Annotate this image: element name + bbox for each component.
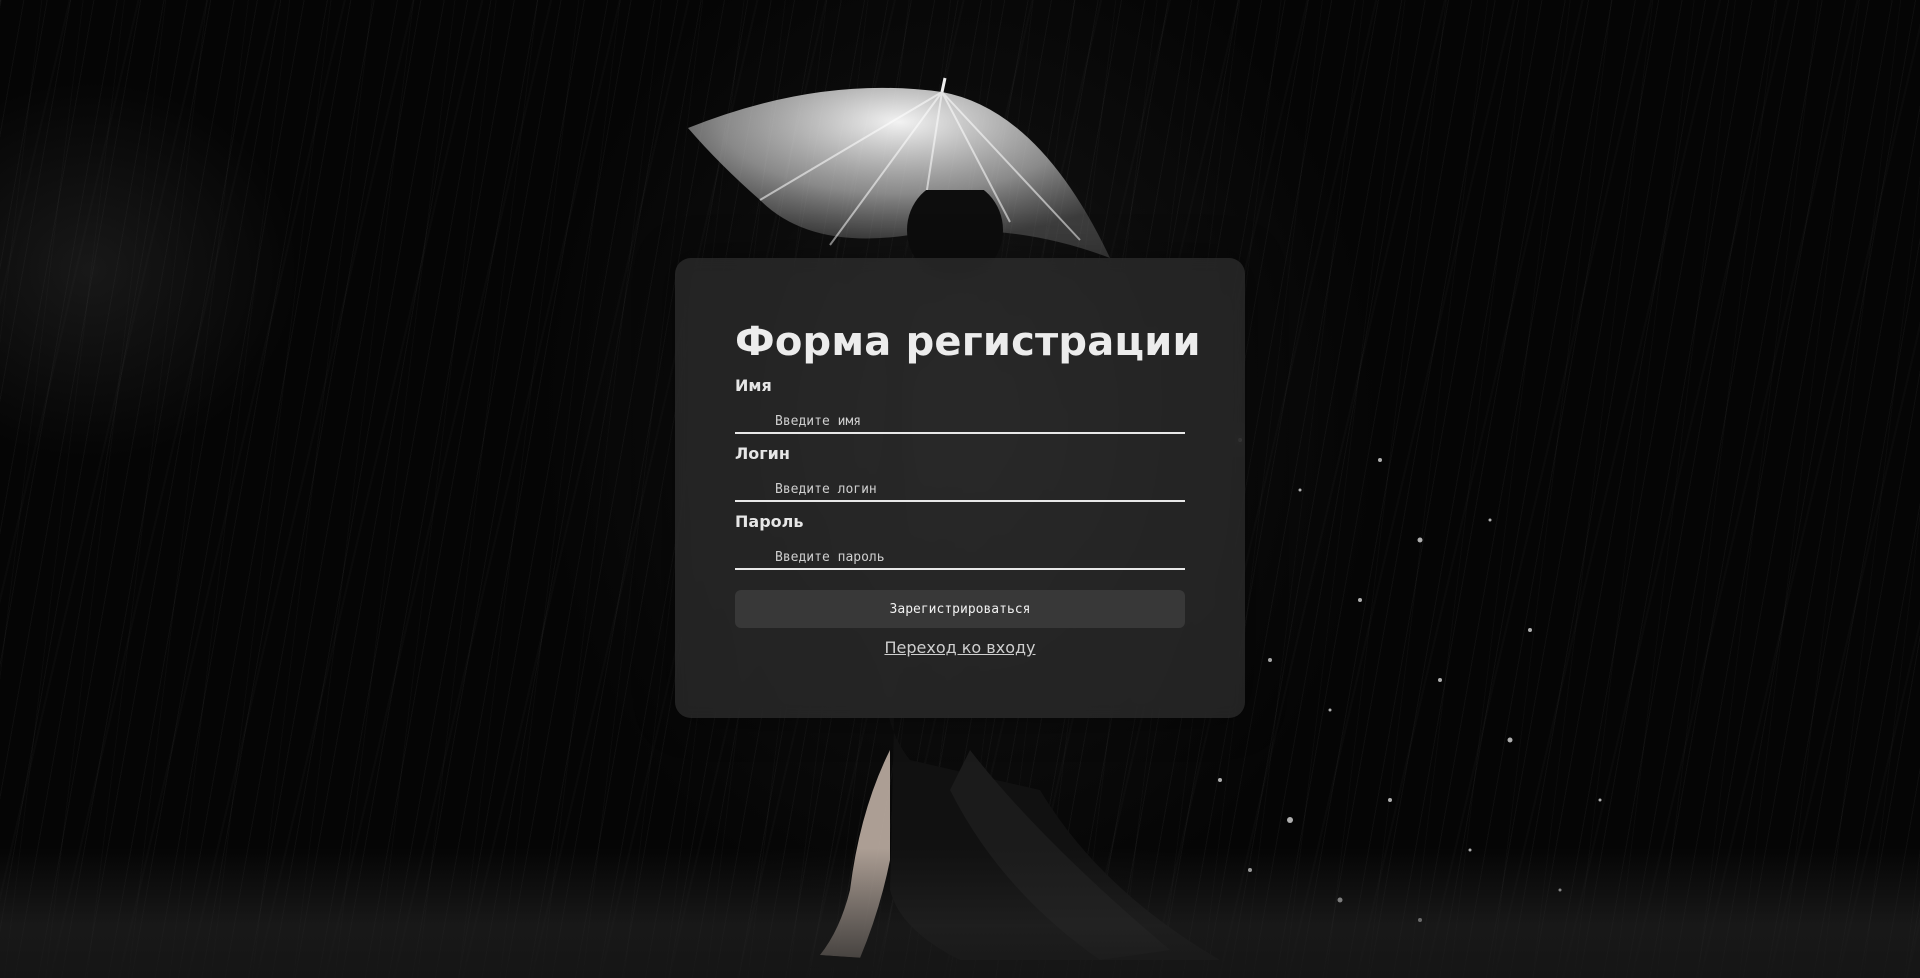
login-label: Логин [735,444,790,463]
background-scene: Форма регистрации Имя Логин Пароль Зарег… [0,0,1920,978]
go-to-login-link[interactable]: Переход ко входу [735,638,1185,657]
password-input[interactable] [735,536,1185,570]
registration-form: Форма регистрации Имя Логин Пароль Зарег… [735,316,1201,657]
password-label: Пароль [735,512,804,531]
name-field-group: Имя [735,376,1185,434]
form-title: Форма регистрации [735,319,1201,365]
name-label: Имя [735,376,772,395]
ambient-glow [0,80,300,460]
registration-card: Форма регистрации Имя Логин Пароль Зарег… [675,258,1245,718]
login-input[interactable] [735,468,1185,502]
name-input[interactable] [735,400,1185,434]
register-button[interactable]: Зарегистрироваться [735,590,1185,628]
password-field-group: Пароль [735,512,1185,570]
login-field-group: Логин [735,444,1185,502]
wet-ground [0,848,1920,978]
